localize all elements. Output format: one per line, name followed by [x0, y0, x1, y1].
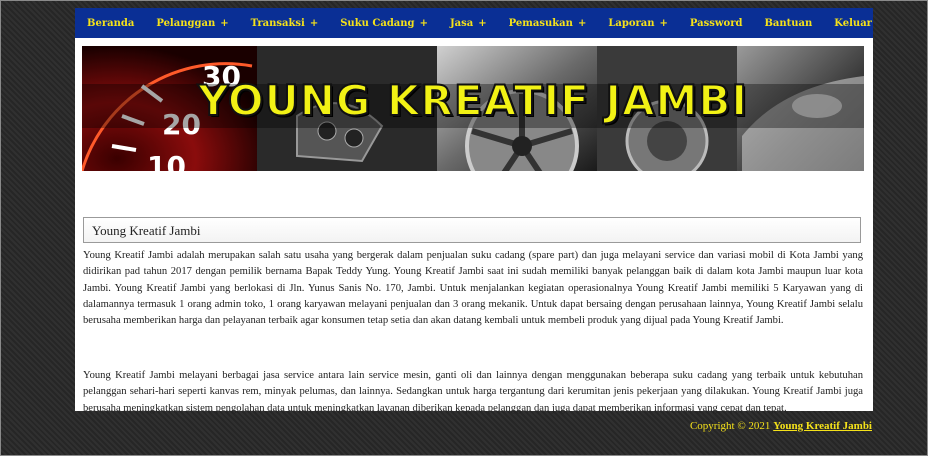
- nav-suku-cadang[interactable]: Suku Cadang +: [340, 18, 428, 29]
- nav-label: Laporan: [608, 17, 655, 29]
- plus-icon: +: [478, 17, 487, 29]
- gauge-number-10: 10: [147, 150, 186, 171]
- nav-label: Bantuan: [764, 17, 813, 29]
- footer-link[interactable]: Young Kreatif Jambi: [773, 420, 872, 432]
- nav-label: Beranda: [87, 17, 135, 29]
- footer: Copyright © 2021 Young Kreatif Jambi: [690, 420, 872, 432]
- nav-keluar[interactable]: Keluar: [834, 18, 872, 29]
- nav-label: Pelanggan: [156, 17, 216, 29]
- nav-label: Suku Cadang: [340, 17, 415, 29]
- plus-icon: +: [309, 17, 319, 29]
- nav-pelanggan[interactable]: Pelanggan +: [156, 18, 228, 29]
- nav-transaksi[interactable]: Transaksi +: [251, 18, 319, 29]
- nav-password[interactable]: Password: [690, 18, 743, 29]
- nav-label: Keluar: [834, 17, 872, 29]
- plus-icon: +: [419, 17, 428, 29]
- copyright-text: Copyright © 2021: [689, 420, 771, 432]
- section-title: Young Kreatif Jambi: [83, 217, 861, 243]
- nav-label: Transaksi: [250, 17, 305, 29]
- banner-title: YOUNG KREATIF JAMBI: [197, 75, 748, 126]
- top-navigation: Beranda Pelanggan + Transaksi + Suku Cadan…: [75, 8, 873, 38]
- nav-beranda[interactable]: Beranda: [87, 18, 134, 29]
- nav-jasa[interactable]: Jasa +: [450, 18, 487, 29]
- plus-icon: +: [659, 17, 668, 29]
- plus-icon: +: [577, 17, 587, 29]
- main-container: Beranda Pelanggan + Transaksi + Suku Cadan…: [75, 8, 873, 414]
- nav-label: Password: [689, 17, 743, 29]
- description-paragraph-1: Young Kreatif Jambi adalah merupakan sal…: [83, 250, 863, 327]
- nav-pemasukan[interactable]: Pemasukan +: [509, 18, 587, 29]
- plus-icon: +: [220, 17, 229, 29]
- nav-label: Jasa: [449, 17, 474, 29]
- nav-bantuan[interactable]: Bantuan: [764, 18, 812, 29]
- header-banner: 30 20 10 YOUNG KREATIF JAMBI: [82, 46, 864, 171]
- description-paragraph-2: Young Kreatif Jambi melayani berbagai ja…: [83, 370, 863, 414]
- nav-laporan[interactable]: Laporan +: [608, 18, 668, 29]
- nav-label: Pemasukan: [508, 17, 573, 29]
- content-area: 30 20 10 YOUNG KREATIF JAMBI Young Kreat…: [75, 38, 873, 414]
